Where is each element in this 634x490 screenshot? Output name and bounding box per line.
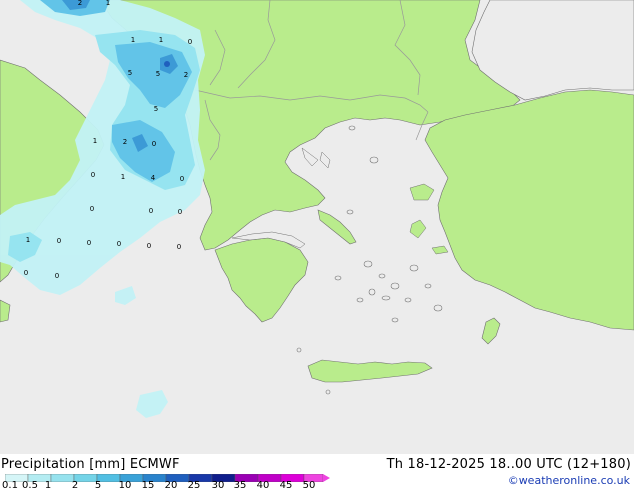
precip-value-label: 0: [147, 242, 151, 250]
precip-value-label: 0: [91, 171, 95, 179]
precip-value-label: 0: [117, 240, 121, 248]
precipitation-map: 2 1 1 1 0 5 5 2 5 1 2 0 0 1 4 0 0 0 0 1 0 0 0 0 0 0 0: [0, 0, 634, 454]
precip-legend-labels: 0.1 0.5 1 2 5 10 15 20 25 30 35 40 45 50: [0, 481, 340, 490]
legend-tick-label: 25: [187, 480, 201, 490]
weather-map-page: 211105525120014000010000000 Precipitatio…: [0, 0, 634, 490]
legend-tick-label: 2: [71, 480, 79, 490]
legend-tick-label: 50: [302, 480, 316, 490]
legend-tick-label: 40: [256, 480, 270, 490]
footer-bar: Precipitation [mm] ECMWF Th 18-12-2025 1…: [0, 454, 634, 490]
precip-value-label: 1: [106, 0, 110, 7]
map-title: Precipitation [mm] ECMWF: [1, 457, 180, 472]
precip-value-label: 5: [128, 69, 132, 77]
map-model: ECMWF: [129, 457, 180, 472]
precip-value-label: 2: [123, 138, 127, 146]
legend-tick-label: 0.5: [22, 480, 38, 490]
legend-tick-label: 15: [141, 480, 155, 490]
precip-value-label: 0: [149, 207, 153, 215]
legend-tick-label: 5: [94, 480, 102, 490]
precip-value-label: 1: [93, 137, 97, 145]
legend-tick-label: 1: [44, 480, 52, 490]
map-datetime: Th 18-12-2025 18..00 UTC (12+180): [386, 457, 631, 472]
legend-tick-label: 35: [233, 480, 247, 490]
precip-value-label: 0: [180, 175, 184, 183]
precip-value-label: 1: [121, 173, 125, 181]
precip-value-label: 0: [55, 272, 59, 280]
precip-value-label: 0: [24, 269, 28, 277]
precip-value-label: 1: [159, 36, 163, 44]
precip-value-label: 5: [154, 105, 158, 113]
map-variable: Precipitation [mm]: [1, 457, 126, 472]
precipitation-peak: [164, 61, 170, 67]
precip-value-label: 0: [152, 140, 156, 148]
legend-tick-label: 0.1: [2, 480, 18, 490]
legend-tick-label: 10: [118, 480, 132, 490]
precip-value-label: 0: [87, 239, 91, 247]
credit-link[interactable]: ©weatheronline.co.uk: [508, 474, 630, 487]
precip-value-label: 1: [131, 36, 135, 44]
precip-value-label: 5: [156, 70, 160, 78]
precip-value-label: 2: [78, 0, 82, 7]
precip-value-label: 2: [184, 71, 188, 79]
precip-value-label: 0: [57, 237, 61, 245]
legend-tick-label: 30: [211, 480, 225, 490]
precip-value-label: 0: [188, 38, 192, 46]
legend-tick-label: 20: [164, 480, 178, 490]
legend-tick-label: 45: [279, 480, 293, 490]
precip-value-label: 4: [151, 174, 156, 182]
precip-value-label: 0: [90, 205, 94, 213]
precip-value-label: 0: [177, 243, 181, 251]
precip-value-label: 0: [178, 208, 182, 216]
precip-value-label: 1: [26, 236, 30, 244]
